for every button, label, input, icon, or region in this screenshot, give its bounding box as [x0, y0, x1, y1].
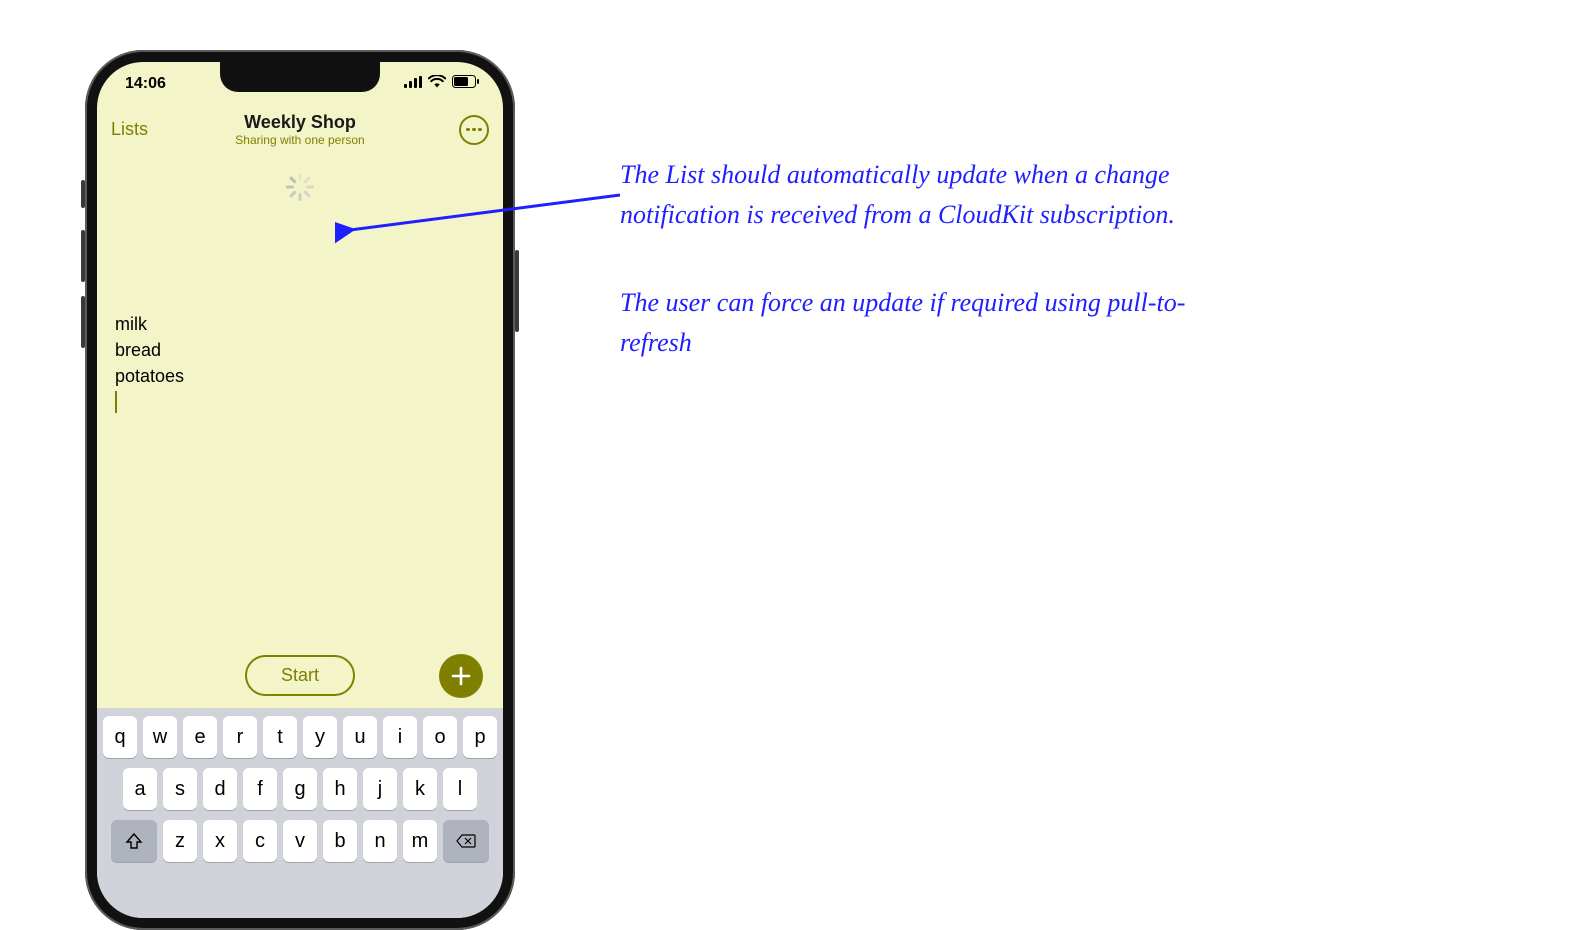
list-item[interactable]: milk [115, 311, 485, 337]
page-title: Weekly Shop [235, 112, 364, 133]
battery-icon [452, 75, 479, 93]
key-m[interactable]: m [403, 820, 437, 862]
key-l[interactable]: l [443, 768, 477, 810]
key-g[interactable]: g [283, 768, 317, 810]
annotation-p2: The user can force an update if required… [620, 283, 1200, 363]
key-d[interactable]: d [203, 768, 237, 810]
key-t[interactable]: t [263, 716, 297, 758]
add-button[interactable] [439, 654, 483, 698]
volume-up-button [81, 230, 85, 282]
nav-bar: Lists Weekly Shop Sharing with one perso… [97, 106, 503, 155]
key-w[interactable]: w [143, 716, 177, 758]
pull-to-refresh-spinner[interactable] [97, 155, 503, 231]
volume-down-button [81, 296, 85, 348]
plus-icon [450, 665, 472, 687]
list-item[interactable]: bread [115, 337, 485, 363]
key-k[interactable]: k [403, 768, 437, 810]
sharing-status: Sharing with one person [235, 133, 364, 147]
key-n[interactable]: n [363, 820, 397, 862]
key-o[interactable]: o [423, 716, 457, 758]
start-button[interactable]: Start [245, 655, 355, 696]
key-a[interactable]: a [123, 768, 157, 810]
keyboard: qwertyuiop asdfghjkl zxcvbnm [97, 708, 503, 918]
backspace-key[interactable] [443, 820, 489, 862]
key-f[interactable]: f [243, 768, 277, 810]
spinner-icon [286, 173, 314, 201]
status-time: 14:06 [125, 75, 166, 93]
list-content[interactable]: milkbreadpotatoes [97, 231, 503, 420]
key-b[interactable]: b [323, 820, 357, 862]
key-i[interactable]: i [383, 716, 417, 758]
annotation-p1: The List should automatically update whe… [620, 155, 1200, 235]
key-u[interactable]: u [343, 716, 377, 758]
list-item[interactable]: potatoes [115, 363, 485, 389]
text-cursor [115, 391, 117, 413]
cellular-icon [404, 75, 422, 93]
notch [220, 62, 380, 92]
key-r[interactable]: r [223, 716, 257, 758]
silence-switch [81, 180, 85, 208]
shift-key[interactable] [111, 820, 157, 862]
wifi-icon [428, 75, 446, 93]
key-q[interactable]: q [103, 716, 137, 758]
key-x[interactable]: x [203, 820, 237, 862]
annotation-text: The List should automatically update whe… [620, 155, 1200, 363]
key-j[interactable]: j [363, 768, 397, 810]
back-button[interactable]: Lists [111, 119, 148, 140]
key-h[interactable]: h [323, 768, 357, 810]
key-v[interactable]: v [283, 820, 317, 862]
phone-frame: 14:06 [85, 50, 515, 930]
key-y[interactable]: y [303, 716, 337, 758]
key-e[interactable]: e [183, 716, 217, 758]
key-z[interactable]: z [163, 820, 197, 862]
more-button[interactable] [459, 115, 489, 145]
phone-screen: 14:06 [97, 62, 503, 918]
bottom-actions: Start [97, 655, 503, 696]
key-s[interactable]: s [163, 768, 197, 810]
key-p[interactable]: p [463, 716, 497, 758]
key-c[interactable]: c [243, 820, 277, 862]
power-button [515, 250, 519, 332]
